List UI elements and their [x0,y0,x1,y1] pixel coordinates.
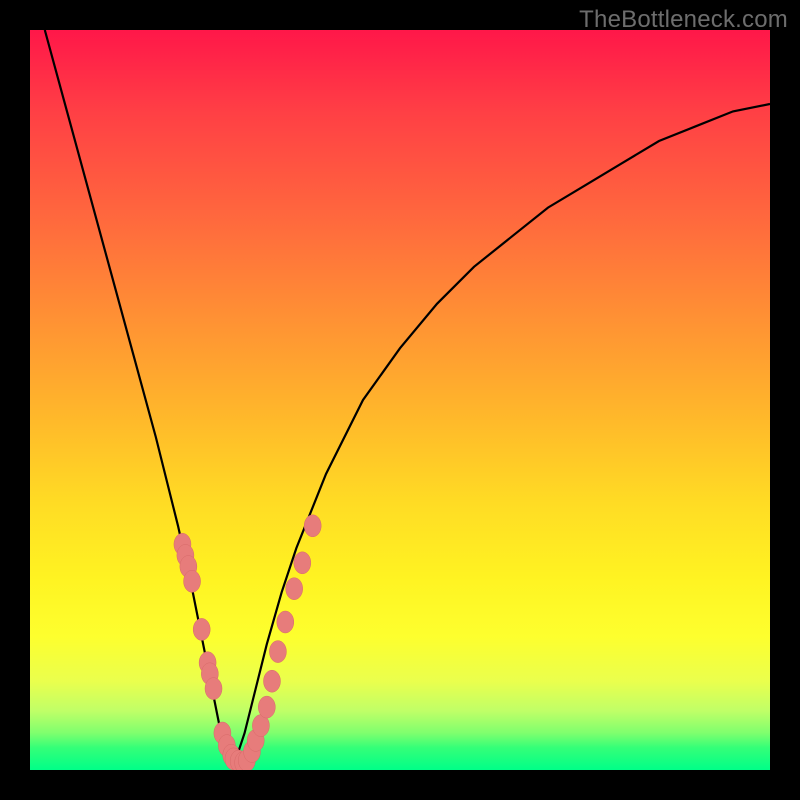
data-marker [304,515,321,537]
plot-area [30,30,770,770]
data-marker [263,670,280,692]
bottleneck-curve [30,30,770,770]
data-marker [269,641,286,663]
watermark-text: TheBottleneck.com [579,6,788,34]
data-marker [294,552,311,574]
data-marker [205,678,222,700]
data-marker [286,578,303,600]
data-marker [184,570,201,592]
data-marker [258,696,275,718]
data-marker [277,611,294,633]
data-marker [193,618,210,640]
chart-frame: TheBottleneck.com [0,0,800,800]
